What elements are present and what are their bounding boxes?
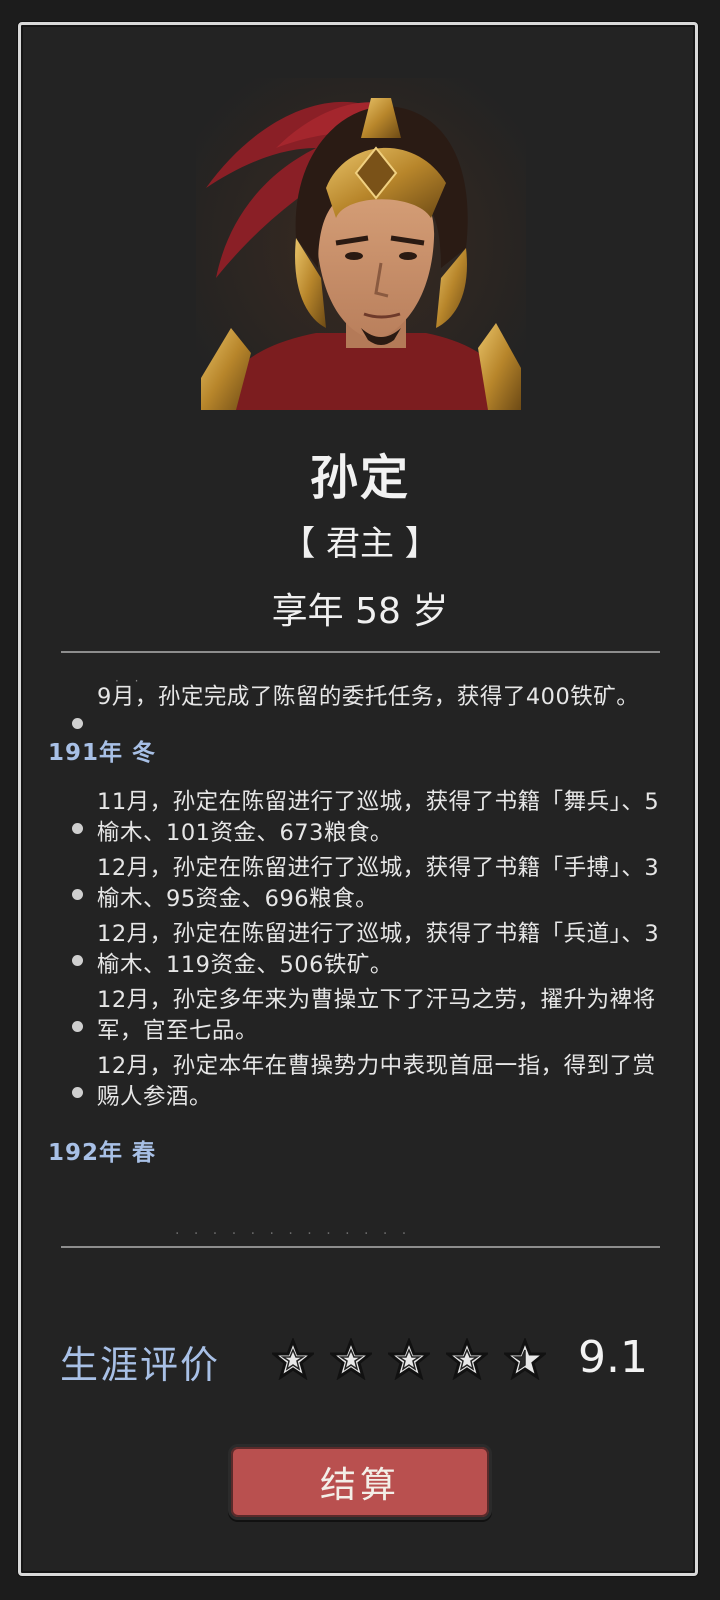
bullet-icon <box>72 955 83 966</box>
clipped-text-fragment: · · · · · · · · · · · · · <box>175 1226 412 1242</box>
bullet-icon <box>72 718 83 729</box>
character-age: 享年 58 岁 <box>271 591 449 632</box>
log-entry: 12月，孙定在陈留进行了巡城，获得了书籍「兵道」、3榆木、119资金、506铁矿… <box>40 919 675 981</box>
top-divider <box>61 651 660 653</box>
bullet-icon <box>72 889 83 900</box>
season-header: 192年 春 <box>48 1140 157 1166</box>
character-portrait <box>196 78 526 410</box>
log-entry: 9月，孙定完成了陈留的委托任务，获得了400铁矿。 <box>40 682 675 729</box>
log-entry: 12月，孙定在陈留进行了巡城，获得了书籍「手搏」、3榆木、95资金、696粮食。 <box>40 853 675 915</box>
star-icon-filled <box>388 1338 430 1380</box>
star-icon-filled <box>272 1338 314 1380</box>
log-entry: 12月，孙定本年在曹操势力中表现首屈一指，得到了赏赐人参酒。 <box>40 1051 675 1113</box>
star-icon-filled <box>330 1338 372 1380</box>
character-role: 【 君主 】 <box>281 524 439 564</box>
bottom-divider <box>61 1246 660 1248</box>
star-icon-partial <box>504 1338 546 1380</box>
career-score: 9.1 <box>578 1332 648 1383</box>
rating-stars <box>272 1338 546 1380</box>
career-rating-label: 生涯评价 <box>60 1343 221 1387</box>
bullet-icon <box>72 1021 83 1032</box>
event-log[interactable]: · · 9月，孙定完成了陈留的委托任务，获得了400铁矿。 191年 冬 11月… <box>40 672 680 1252</box>
bullet-icon <box>72 1087 83 1098</box>
log-entry: 12月，孙定多年来为曹操立下了汗马之劳，擢升为裨将军，官至七品。 <box>40 985 675 1047</box>
log-entry: 11月，孙定在陈留进行了巡城，获得了书籍「舞兵」、5榆木、101资金、673粮食… <box>40 787 675 849</box>
season-header: 191年 冬 <box>48 740 157 766</box>
settle-button[interactable]: 结算 <box>228 1444 492 1520</box>
character-name: 孙定 <box>309 450 410 506</box>
bullet-icon <box>72 823 83 834</box>
star-icon-filled <box>446 1338 488 1380</box>
